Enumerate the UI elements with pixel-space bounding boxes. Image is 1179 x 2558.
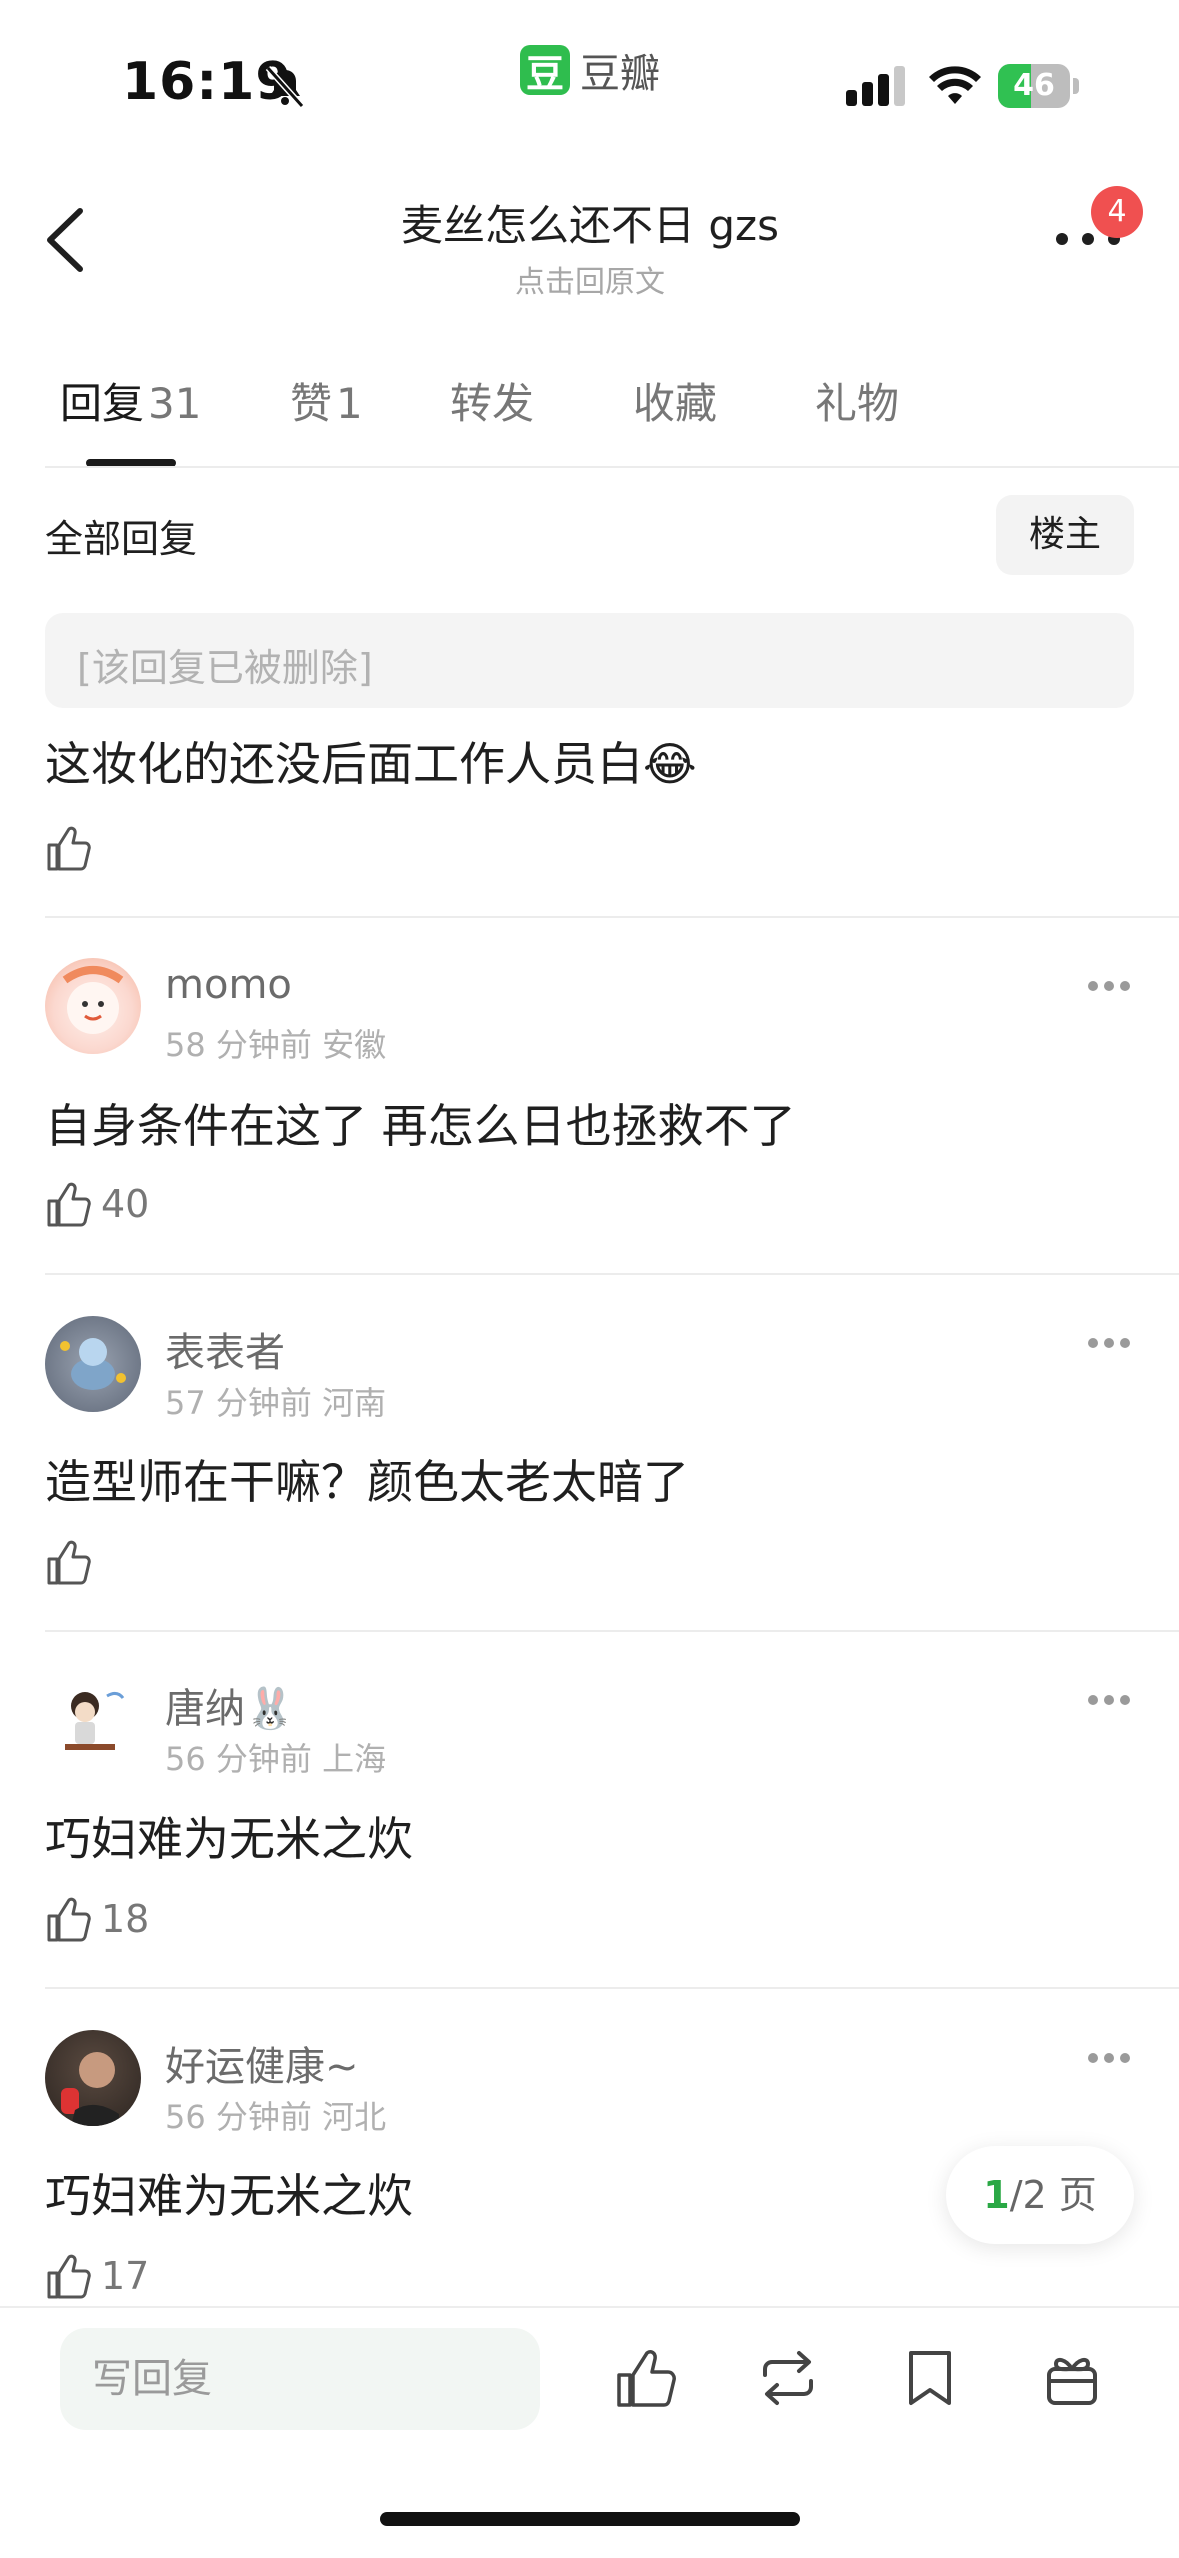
like-button[interactable]: 17 <box>45 2248 149 2304</box>
more-icon[interactable] <box>1086 1336 1132 1350</box>
more-icon[interactable] <box>1086 2051 1132 2065</box>
app-name: 豆瓣 <box>580 51 660 97</box>
tab-gifts[interactable]: 礼物 <box>815 370 899 431</box>
divider <box>45 466 1179 468</box>
comment-text: 巧妇难为无米之炊 <box>45 2169 413 2223</box>
repost-icon[interactable] <box>755 2345 821 2411</box>
username[interactable]: 好运健康~ <box>165 2034 359 2092</box>
divider <box>45 1987 1179 1989</box>
like-button[interactable]: 40 <box>45 1176 149 1232</box>
comment-meta: 56 分钟前 上海 <box>165 1740 387 1778</box>
like-count: 17 <box>101 2254 150 2298</box>
divider <box>45 1630 1179 1632</box>
like-count: 18 <box>101 1897 150 1941</box>
tab-bar: 回复31 赞1 转发 收藏 礼物 <box>0 370 1179 440</box>
back-to-post-link[interactable]: 点击回原文 <box>280 257 900 301</box>
like-button[interactable] <box>45 820 101 876</box>
like-button[interactable]: 18 <box>45 1891 149 1947</box>
bell-slash-icon <box>265 65 305 109</box>
comment-meta: 58 分钟前 安徽 <box>165 1026 387 1064</box>
like-button[interactable] <box>45 1534 101 1590</box>
divider <box>45 916 1179 918</box>
like-icon[interactable] <box>613 2345 679 2411</box>
notification-badge: 4 <box>1091 186 1143 238</box>
comment-text: 造型师在干嘛？颜色太老太暗了 <box>45 1455 689 1509</box>
page-indicator[interactable]: 1/2 页 <box>946 2146 1134 2244</box>
page-title: 麦丝怎么还不日 gzs <box>401 201 779 250</box>
comment-text: 这妆化的还没后面工作人员白😂 <box>45 737 697 791</box>
comment-meta: 57 分钟前 河南 <box>165 1384 387 1422</box>
tab-label: 转发 <box>450 379 535 428</box>
gift-icon[interactable] <box>1039 2345 1105 2411</box>
more-icon[interactable] <box>1086 979 1132 993</box>
tab-replies[interactable]: 回复31 <box>60 370 201 431</box>
section-title: 全部回复 <box>45 517 198 561</box>
back-icon[interactable] <box>40 205 92 275</box>
tab-collections[interactable]: 收藏 <box>633 370 717 431</box>
total-pages: /2 页 <box>1009 2173 1097 2217</box>
tab-label: 回复 <box>60 379 145 428</box>
post-title-area[interactable]: 麦丝怎么还不日 gzs 点击回原文 <box>280 192 900 301</box>
deleted-reply-text: [该回复已被删除] <box>77 646 373 690</box>
more-icon[interactable] <box>1086 1693 1132 1707</box>
op-only-filter-button[interactable]: 楼主 <box>996 495 1134 575</box>
username[interactable]: 表表者 <box>165 1320 285 1378</box>
username[interactable]: momo <box>165 962 292 1008</box>
app-indicator: 豆 豆瓣 <box>520 44 660 97</box>
tab-label: 礼物 <box>815 379 900 428</box>
like-icon <box>47 2254 91 2299</box>
battery-icon: 46 <box>998 64 1080 108</box>
tab-label: 赞 <box>290 379 333 428</box>
tab-likes[interactable]: 赞1 <box>290 370 363 431</box>
comment-text: 巧妇难为无米之炊 <box>45 1812 413 1866</box>
battery-text: 46 <box>1013 68 1055 103</box>
tab-count: 31 <box>148 379 202 428</box>
tab-reposts[interactable]: 转发 <box>450 370 534 431</box>
username[interactable]: 唐纳🐰 <box>165 1676 295 1734</box>
douban-logo: 豆 <box>520 45 570 96</box>
like-icon <box>47 1182 91 1227</box>
tab-label: 收藏 <box>633 379 718 428</box>
avatar[interactable] <box>45 958 141 1054</box>
like-count: 40 <box>101 1182 150 1226</box>
bookmark-icon[interactable] <box>897 2345 963 2411</box>
signal-icon <box>846 66 905 106</box>
like-icon <box>47 1897 91 1942</box>
avatar[interactable] <box>45 1672 141 1768</box>
like-icon <box>47 826 91 871</box>
comment-meta: 56 分钟前 河北 <box>165 2098 387 2136</box>
like-icon <box>47 1540 91 1585</box>
divider <box>45 1273 1179 1275</box>
reply-input[interactable] <box>60 2328 540 2430</box>
comment-text: 自身条件在这了 再怎么日也拯救不了 <box>45 1099 796 1153</box>
quoted-reply: [该回复已被删除] <box>45 613 1134 708</box>
avatar[interactable] <box>45 1316 141 1412</box>
current-page: 1 <box>983 2173 1010 2217</box>
tab-count: 1 <box>336 379 363 428</box>
avatar[interactable] <box>45 2030 141 2126</box>
wifi-icon <box>929 66 981 104</box>
home-indicator <box>380 2512 800 2526</box>
